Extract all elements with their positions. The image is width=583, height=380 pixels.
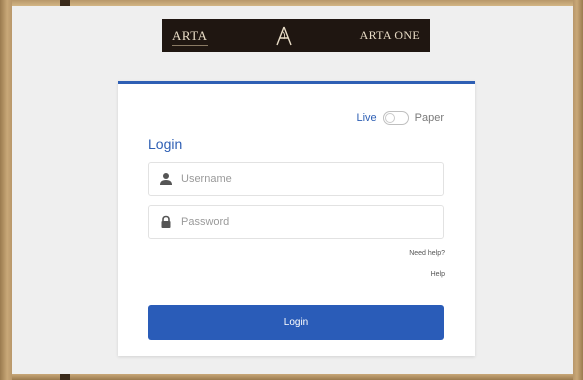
- frame-right-border: [573, 0, 583, 380]
- brand-banner: ARTA ARTA ONE: [162, 19, 430, 52]
- frame-bottom-border: [0, 374, 583, 380]
- mode-switch-knob: [384, 113, 395, 123]
- brand-left-text: ARTA: [172, 27, 208, 46]
- frame-top-border: [0, 0, 583, 6]
- arta-a-monogram-icon: [275, 26, 292, 45]
- username-field[interactable]: [148, 162, 444, 196]
- password-field[interactable]: [148, 205, 444, 239]
- help-link[interactable]: Help: [431, 271, 445, 278]
- trading-mode-toggle: Live Paper: [356, 111, 444, 125]
- mode-switch[interactable]: [382, 111, 409, 125]
- user-icon: [160, 173, 172, 185]
- login-heading: Login: [148, 136, 183, 152]
- lock-icon: [161, 215, 171, 228]
- login-button[interactable]: Login: [148, 305, 444, 340]
- mode-live-label[interactable]: Live: [356, 112, 376, 124]
- brand-right-text: ARTA ONE: [359, 28, 420, 42]
- frame-notch: [60, 374, 70, 380]
- username-input[interactable]: [181, 173, 431, 185]
- password-input[interactable]: [181, 216, 431, 228]
- frame-left-border: [0, 0, 12, 380]
- need-help-link[interactable]: Need help?: [409, 250, 445, 257]
- mode-paper-label[interactable]: Paper: [415, 112, 444, 124]
- frame-notch: [60, 0, 70, 6]
- login-card: Live Paper Login Need help? Help Login: [118, 81, 475, 356]
